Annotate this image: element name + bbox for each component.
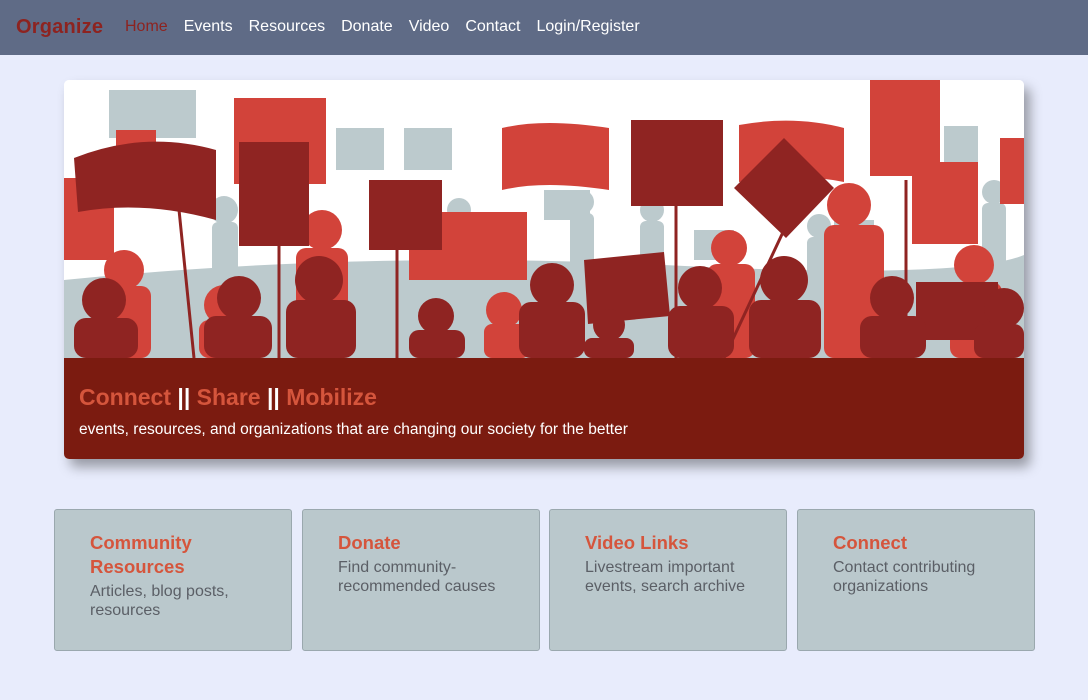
- card-title: Video Links: [585, 532, 689, 553]
- nav-link-contact[interactable]: Contact: [465, 18, 520, 36]
- hero-caption: Connect || Share || Mobilize events, res…: [64, 358, 1024, 459]
- hero-title-share: Share: [196, 384, 261, 410]
- hero-title: Connect || Share || Mobilize: [79, 384, 1009, 410]
- protest-crowd-illustration: [64, 80, 1024, 358]
- card-title: Donate: [338, 532, 401, 553]
- nav-link-login-register[interactable]: Login/Register: [536, 18, 639, 36]
- card-video-links[interactable]: Video Links Livestream important events,…: [549, 509, 787, 651]
- card-donate[interactable]: Donate Find community-recommended causes: [302, 509, 540, 651]
- card-community-resources[interactable]: Community Resources Articles, blog posts…: [54, 509, 292, 651]
- hero-card: Connect || Share || Mobilize events, res…: [64, 80, 1024, 459]
- nav-link-video[interactable]: Video: [409, 18, 450, 36]
- hero-title-separator: ||: [260, 384, 287, 410]
- hero-subtitle: events, resources, and organizations tha…: [79, 421, 628, 439]
- hero-title-separator: ||: [171, 384, 197, 410]
- nav-links: Home Events Resources Donate Video Conta…: [125, 18, 656, 36]
- card-text: Livestream important events, search arch…: [585, 559, 746, 595]
- card-text: Find community-recommended causes: [338, 559, 496, 595]
- card-connect[interactable]: Connect Contact contributing organizatio…: [797, 509, 1035, 651]
- card-title: Community Resources: [90, 532, 192, 577]
- nav-link-home[interactable]: Home: [125, 18, 168, 36]
- nav-link-donate[interactable]: Donate: [341, 18, 393, 36]
- hero-title-mobilize: Mobilize: [286, 384, 377, 410]
- card-title: Connect: [833, 532, 907, 553]
- brand-logo-link[interactable]: Organize: [16, 16, 103, 39]
- nav-link-resources[interactable]: Resources: [249, 18, 325, 36]
- nav-link-events[interactable]: Events: [184, 18, 233, 36]
- top-navbar: Organize Home Events Resources Donate Vi…: [0, 0, 1088, 55]
- card-text: Contact contributing organizations: [833, 559, 976, 595]
- hero-title-connect: Connect: [79, 384, 171, 410]
- card-text: Articles, blog posts, resources: [90, 583, 229, 619]
